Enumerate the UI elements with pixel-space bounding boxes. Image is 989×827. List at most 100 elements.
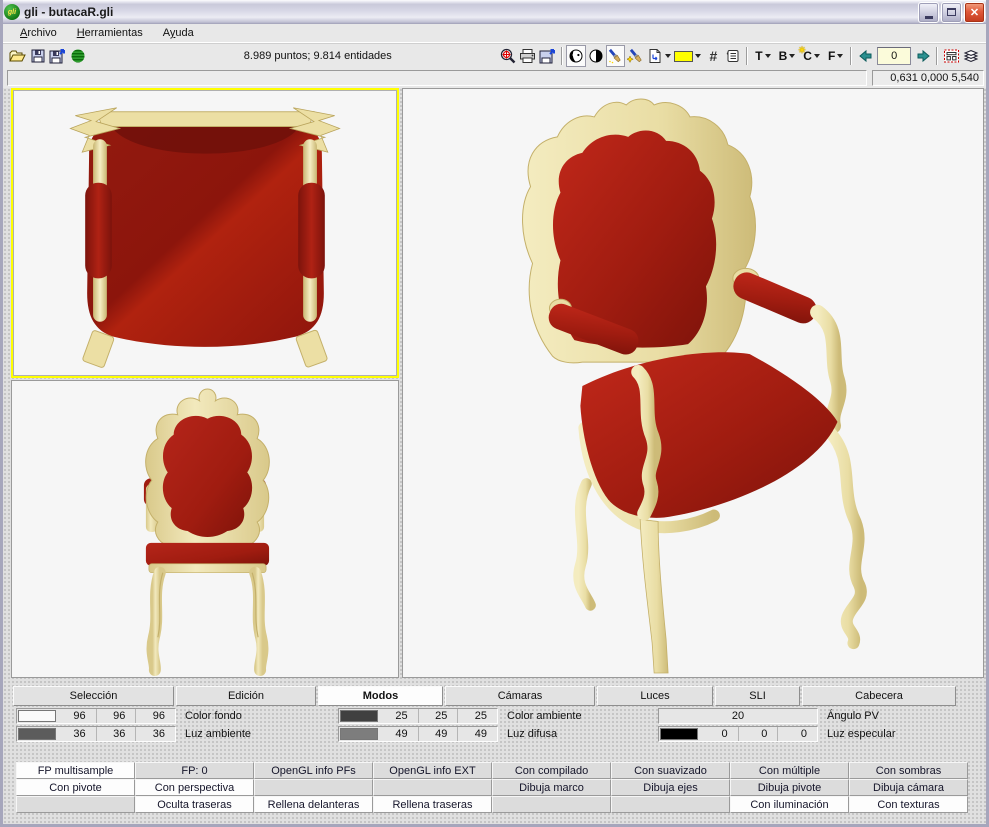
next-frame-button[interactable] bbox=[913, 45, 933, 67]
lighting-dropdown[interactable]: ✳C bbox=[799, 47, 824, 65]
color-fondo-swatch[interactable] bbox=[18, 710, 56, 722]
luz-especular-swatch[interactable] bbox=[660, 728, 698, 740]
title-bar[interactable]: gli gli - butacaR.gli ✕ bbox=[0, 0, 989, 24]
zoom-extents-button[interactable] bbox=[498, 45, 518, 67]
paintbrush-new-button[interactable] bbox=[625, 45, 645, 67]
maximize-icon bbox=[947, 8, 956, 16]
value-cell[interactable]: 96 bbox=[136, 709, 175, 723]
menu-archivo[interactable]: Archivo bbox=[11, 25, 66, 41]
chevron-down-icon bbox=[695, 54, 701, 58]
toggle-con-perspectiva[interactable]: Con perspectiva bbox=[135, 779, 254, 796]
save-as-button[interactable] bbox=[48, 45, 68, 67]
wireframe-button[interactable]: # bbox=[703, 45, 723, 67]
toggle-fp-0[interactable]: FP: 0 bbox=[135, 762, 254, 779]
toggle-con-compilado[interactable]: Con compilado bbox=[492, 762, 611, 779]
tab-seleccion[interactable]: Selección bbox=[13, 686, 174, 706]
close-button[interactable]: ✕ bbox=[964, 2, 985, 23]
value-cell[interactable]: 96 bbox=[97, 709, 137, 723]
toggle-oculta-traseras[interactable]: Oculta traseras bbox=[135, 796, 254, 813]
viewport-perspective-view[interactable] bbox=[402, 88, 984, 678]
print-button[interactable] bbox=[518, 45, 538, 67]
export-button[interactable] bbox=[538, 45, 558, 67]
value-cell[interactable]: 49 bbox=[458, 727, 497, 741]
value-cell[interactable]: 0 bbox=[778, 727, 817, 741]
viewport-top-view[interactable] bbox=[11, 88, 399, 378]
toggle-con-texturas[interactable]: Con texturas bbox=[849, 796, 968, 813]
chair-perspective-view bbox=[403, 89, 983, 677]
face-shading-button[interactable] bbox=[566, 45, 586, 67]
viewport-front-view[interactable] bbox=[11, 380, 399, 678]
value-cell[interactable]: 0 bbox=[699, 727, 739, 741]
save-icon bbox=[30, 48, 46, 64]
value-cell[interactable]: 36 bbox=[136, 727, 175, 741]
open-button[interactable] bbox=[8, 45, 28, 67]
layers-button[interactable] bbox=[961, 45, 981, 67]
menu-herramientas[interactable]: Herramientas bbox=[68, 25, 152, 41]
angulo-pv-value[interactable]: 20 bbox=[658, 708, 818, 724]
toggle-con-suavizado[interactable]: Con suavizado bbox=[611, 762, 730, 779]
minimize-button[interactable] bbox=[918, 2, 939, 23]
toggle-fp-multisample[interactable]: FP multisample bbox=[16, 762, 135, 779]
value-cell[interactable]: 36 bbox=[97, 727, 137, 741]
selection-window-icon bbox=[943, 48, 960, 64]
coordinates-readout: 0,631 0,000 5,540 bbox=[872, 70, 984, 86]
status-message-field bbox=[7, 70, 867, 86]
color-ambiente-swatch[interactable] bbox=[340, 710, 378, 722]
toggle-con-iluminacion[interactable]: Con iluminación bbox=[730, 796, 849, 813]
tab-sli[interactable]: SLI bbox=[715, 686, 800, 706]
toggle-empty bbox=[373, 779, 492, 796]
toggle-dibuja-pivote[interactable]: Dibuja pivote bbox=[730, 779, 849, 796]
tab-luces[interactable]: Luces bbox=[597, 686, 713, 706]
chevron-down-icon bbox=[765, 54, 771, 58]
script-button[interactable] bbox=[723, 45, 743, 67]
value-cell[interactable]: 25 bbox=[419, 709, 459, 723]
luz-ambiente-swatch[interactable] bbox=[18, 728, 56, 740]
layers-icon bbox=[962, 48, 980, 64]
value-cell[interactable]: 20 bbox=[659, 709, 817, 723]
tab-edicion[interactable]: Edición bbox=[176, 686, 316, 706]
toggle-con-sombras[interactable]: Con sombras bbox=[849, 762, 968, 779]
page-options-button[interactable] bbox=[645, 45, 672, 67]
luz-especular-values[interactable]: 0 0 0 bbox=[658, 726, 818, 742]
button-opengl-info-pfs[interactable]: OpenGL info PFs bbox=[254, 762, 373, 779]
value-cell[interactable]: 96 bbox=[57, 709, 97, 723]
toggle-empty bbox=[611, 796, 730, 813]
prev-frame-button[interactable] bbox=[855, 45, 875, 67]
value-cell[interactable]: 36 bbox=[57, 727, 97, 741]
color-ambiente-values[interactable]: 25 25 25 bbox=[338, 708, 498, 724]
value-cell[interactable]: 25 bbox=[458, 709, 497, 723]
contrast-button[interactable] bbox=[586, 45, 606, 67]
value-cell[interactable]: 0 bbox=[739, 727, 779, 741]
fog-dropdown[interactable]: F bbox=[824, 47, 847, 65]
blending-dropdown[interactable]: B bbox=[775, 47, 800, 65]
luz-difusa-swatch[interactable] bbox=[340, 728, 378, 740]
tab-cabecera[interactable]: Cabecera bbox=[802, 686, 956, 706]
button-opengl-info-ext[interactable]: OpenGL info EXT bbox=[373, 762, 492, 779]
color-fondo-values[interactable]: 96 96 96 bbox=[16, 708, 176, 724]
tab-modos[interactable]: Modos bbox=[318, 686, 443, 706]
value-cell[interactable]: 49 bbox=[419, 727, 459, 741]
color-picker-button[interactable] bbox=[672, 49, 703, 64]
frame-number-input[interactable] bbox=[877, 47, 911, 65]
save-button[interactable] bbox=[28, 45, 48, 67]
toolbar-separator bbox=[561, 47, 563, 65]
label-angulo-pv: Ángulo PV bbox=[827, 710, 879, 722]
toggle-rellena-traseras[interactable]: Rellena traseras bbox=[373, 796, 492, 813]
luz-ambiente-values[interactable]: 36 36 36 bbox=[16, 726, 176, 742]
toggle-rellena-delanteras[interactable]: Rellena delanteras bbox=[254, 796, 373, 813]
toggle-con-pivote[interactable]: Con pivote bbox=[16, 779, 135, 796]
value-cell[interactable]: 49 bbox=[379, 727, 419, 741]
toggle-dibuja-marco[interactable]: Dibuja marco bbox=[492, 779, 611, 796]
paintbrush-button[interactable] bbox=[606, 45, 626, 67]
textures-dropdown[interactable]: T bbox=[751, 47, 774, 65]
menu-ayuda[interactable]: Ayuda bbox=[154, 25, 203, 41]
tab-camaras[interactable]: Cámaras bbox=[445, 686, 595, 706]
render-sphere-button[interactable] bbox=[68, 45, 88, 67]
value-cell[interactable]: 25 bbox=[379, 709, 419, 723]
luz-difusa-values[interactable]: 49 49 49 bbox=[338, 726, 498, 742]
selection-window-button[interactable] bbox=[941, 45, 961, 67]
toggle-con-multiple[interactable]: Con múltiple bbox=[730, 762, 849, 779]
maximize-button[interactable] bbox=[941, 2, 962, 23]
toggle-dibuja-ejes[interactable]: Dibuja ejes bbox=[611, 779, 730, 796]
toggle-dibuja-camara[interactable]: Dibuja cámara bbox=[849, 779, 968, 796]
